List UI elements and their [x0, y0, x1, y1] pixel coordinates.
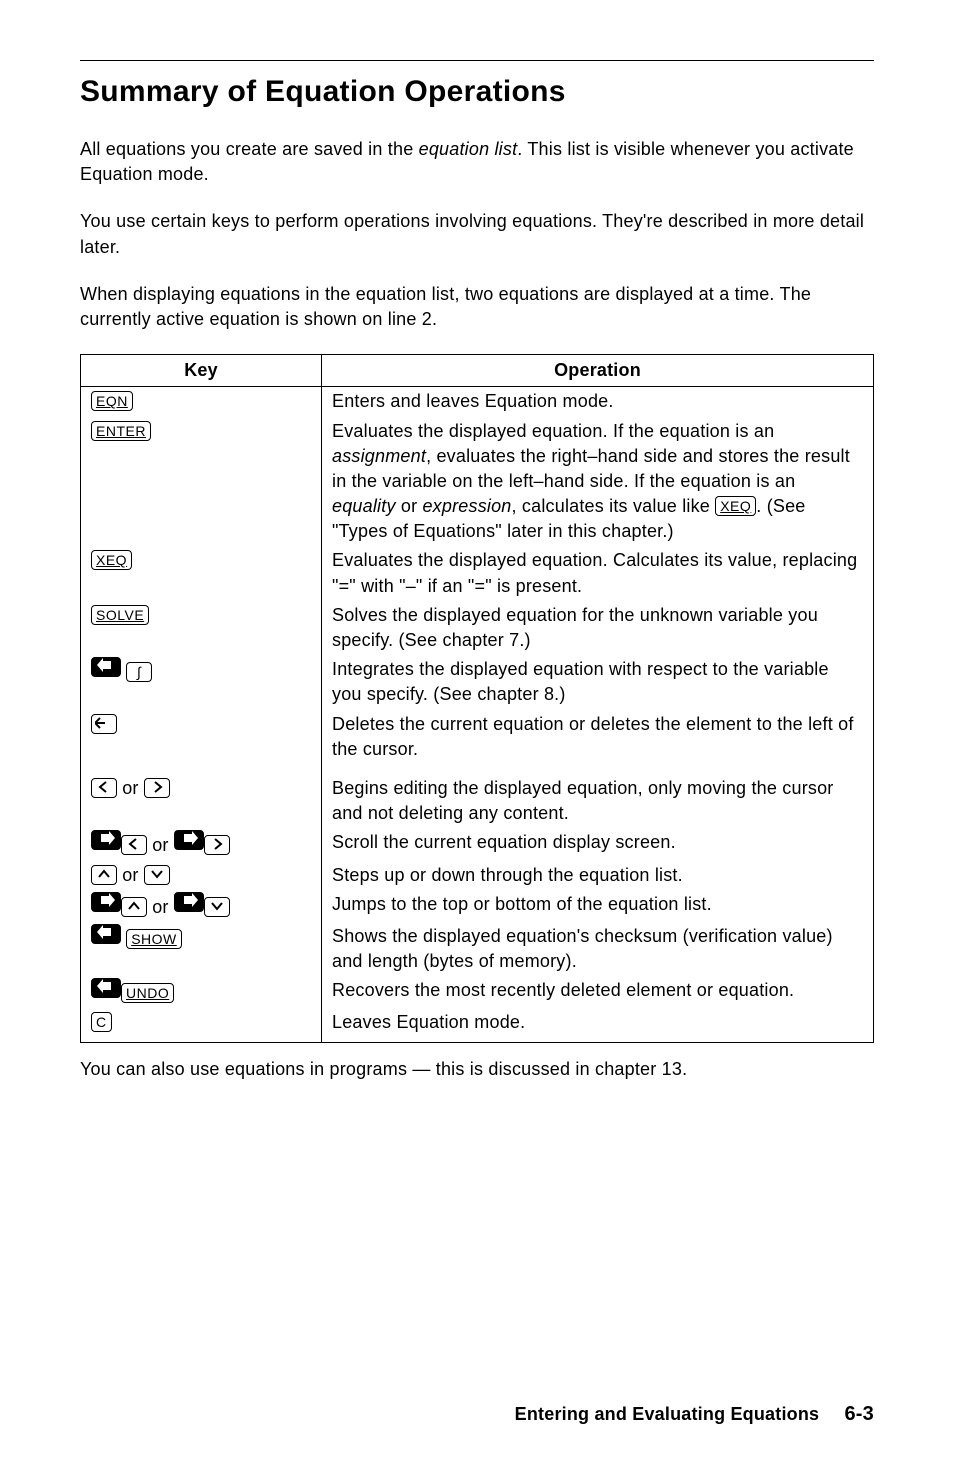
text: Evaluates the displayed equation. If the…	[332, 421, 774, 441]
key-solve: SOLVE	[91, 605, 149, 625]
table-row: ENTER Evaluates the displayed equation. …	[81, 417, 874, 547]
term-equation-list: equation list	[419, 139, 518, 159]
key-integral: ∫	[126, 662, 152, 682]
page-number: 6-3	[844, 1403, 874, 1425]
op-text: Deletes the current equation or deletes …	[322, 710, 874, 764]
table-header-row: Key Operation	[81, 355, 874, 387]
op-text: Enters and leaves Equation mode.	[322, 387, 874, 417]
operations-table: Key Operation EQN Enters and leaves Equa…	[80, 354, 874, 1043]
op-text: Begins editing the displayed equation, o…	[322, 764, 874, 828]
key-show: SHOW	[126, 929, 182, 949]
key-up	[91, 865, 117, 885]
table-row: Deletes the current equation or deletes …	[81, 710, 874, 764]
term: equality	[332, 496, 396, 516]
table-row: C Leaves Equation mode.	[81, 1008, 874, 1042]
op-text: Shows the displayed equation's checksum …	[322, 922, 874, 976]
key-right-shift	[91, 830, 121, 850]
col-operation: Operation	[322, 355, 874, 387]
table-row: SHOW Shows the displayed equation's chec…	[81, 922, 874, 976]
intro-para-2: You use certain keys to perform operatio…	[80, 209, 874, 259]
op-text: Scroll the current equation display scre…	[322, 828, 874, 860]
table-row: EQN Enters and leaves Equation mode.	[81, 387, 874, 417]
key-left-shift	[91, 978, 121, 998]
key-left-shift	[91, 924, 121, 944]
key-right-shift	[91, 892, 121, 912]
key-down	[204, 897, 230, 917]
key-right	[144, 778, 170, 798]
key-xeq-inline: XEQ	[715, 496, 756, 516]
col-key: Key	[81, 355, 322, 387]
table-row: or Steps up or down through the equation…	[81, 861, 874, 890]
text-or: or	[147, 897, 174, 917]
key-left-shift	[91, 657, 121, 677]
horizontal-rule	[80, 60, 874, 61]
table-row: ∫ Integrates the displayed equation with…	[81, 655, 874, 709]
key-backspace	[91, 714, 117, 734]
text: , calculates its value like	[512, 496, 716, 516]
key-xeq: XEQ	[91, 550, 132, 570]
op-text: Leaves Equation mode.	[322, 1008, 874, 1042]
outro-para: You can also use equations in programs —…	[80, 1057, 874, 1082]
term: expression	[422, 496, 511, 516]
key-right	[204, 835, 230, 855]
key-up	[121, 897, 147, 917]
op-text: Evaluates the displayed equation. If the…	[322, 417, 874, 547]
table-row: or Scroll the current equation display s…	[81, 828, 874, 860]
page-title: Summary of Equation Operations	[80, 71, 874, 113]
term: assignment	[332, 446, 426, 466]
key-c: C	[91, 1012, 112, 1032]
intro-para-1: All equations you create are saved in th…	[80, 137, 874, 187]
key-eqn: EQN	[91, 391, 133, 411]
table-row: or Jumps to the top or bottom of the equ…	[81, 890, 874, 922]
text: All equations you create are saved in th…	[80, 139, 419, 159]
intro-para-3: When displaying equations in the equatio…	[80, 282, 874, 332]
key-enter: ENTER	[91, 421, 151, 441]
table-row: or Begins editing the displayed equation…	[81, 764, 874, 828]
key-undo: UNDO	[121, 983, 174, 1003]
key-right-shift	[174, 830, 204, 850]
table-row: SOLVE Solves the displayed equation for …	[81, 601, 874, 655]
text-or: or	[147, 835, 174, 855]
op-text: Solves the displayed equation for the un…	[322, 601, 874, 655]
key-right-shift	[174, 892, 204, 912]
table-row: UNDO Recovers the most recently deleted …	[81, 976, 874, 1008]
footer-title: Entering and Evaluating Equations	[515, 1404, 820, 1424]
text-or: or	[117, 865, 144, 885]
op-text: Evaluates the displayed equation. Calcul…	[322, 546, 874, 600]
text-or: or	[117, 778, 144, 798]
key-down	[144, 865, 170, 885]
op-text: Steps up or down through the equation li…	[322, 861, 874, 890]
page-footer: Entering and Evaluating Equations 6-3	[515, 1400, 874, 1428]
table-row: XEQ Evaluates the displayed equation. Ca…	[81, 546, 874, 600]
text: or	[396, 496, 423, 516]
op-text: Recovers the most recently deleted eleme…	[322, 976, 874, 1008]
op-text: Jumps to the top or bottom of the equati…	[322, 890, 874, 922]
key-left	[91, 778, 117, 798]
key-left	[121, 835, 147, 855]
op-text: Integrates the displayed equation with r…	[322, 655, 874, 709]
